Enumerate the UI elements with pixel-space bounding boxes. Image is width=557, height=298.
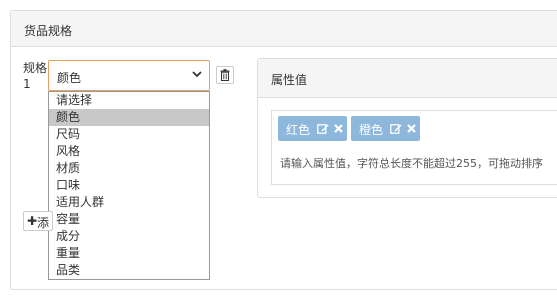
panel-heading: 货品规格	[11, 11, 557, 47]
attribute-tag-label: 红色	[286, 123, 311, 137]
dropdown-option[interactable]: 重量	[49, 245, 209, 262]
attribute-tag[interactable]: 红色	[278, 116, 347, 141]
dropdown-option[interactable]: 适用人群	[49, 194, 209, 211]
attribute-input-hint[interactable]: 请输入属性值，字符总长度不能超过255，可拖动排序	[280, 155, 543, 171]
dropdown-option[interactable]: 容量	[49, 211, 209, 228]
edit-icon[interactable]	[390, 123, 402, 134]
attribute-tag-label: 橙色	[359, 123, 384, 137]
edit-icon[interactable]	[317, 123, 329, 134]
spec-select-value: 颜色	[57, 71, 82, 85]
add-spec-label: 添	[37, 216, 50, 230]
add-spec-button[interactable]: ✚ 添	[23, 211, 53, 231]
dropdown-option[interactable]: 风格	[49, 143, 209, 160]
dropdown-option[interactable]: 尺码	[49, 126, 209, 143]
trash-icon	[220, 69, 230, 81]
spec-label: 规格 1	[23, 61, 48, 91]
dropdown-option[interactable]: 品类	[49, 262, 209, 279]
attribute-tag[interactable]: 橙色	[351, 116, 420, 141]
attribute-values-area[interactable]: 红色 橙色 请输入属性值，字符总长度不能超过255，可拖动排序	[271, 110, 557, 185]
close-icon[interactable]	[407, 124, 416, 133]
dropdown-option[interactable]: 材质	[49, 160, 209, 177]
delete-spec-button[interactable]	[216, 66, 234, 84]
panel-title: 货品规格	[24, 24, 73, 38]
dropdown-option-selected[interactable]: 颜色	[49, 109, 209, 126]
dropdown-option[interactable]: 请选择	[49, 92, 209, 109]
attribute-values-panel: 属性值 红色 橙色 请输入属性值，字符总长度不能超过255，可拖动排序	[257, 58, 557, 198]
attribute-panel-heading: 属性值	[258, 59, 557, 98]
spec-select[interactable]: 颜色	[48, 60, 210, 91]
spec-dropdown-list: 请选择 颜色 尺码 风格 材质 口味 适用人群 容量 成分 重量 品类	[48, 91, 210, 280]
chevron-down-icon	[192, 71, 202, 78]
dropdown-option[interactable]: 成分	[49, 228, 209, 245]
attribute-panel-title: 属性值	[271, 73, 308, 87]
close-icon[interactable]	[334, 124, 343, 133]
dropdown-option[interactable]: 口味	[49, 177, 209, 194]
plus-icon: ✚	[27, 214, 38, 228]
